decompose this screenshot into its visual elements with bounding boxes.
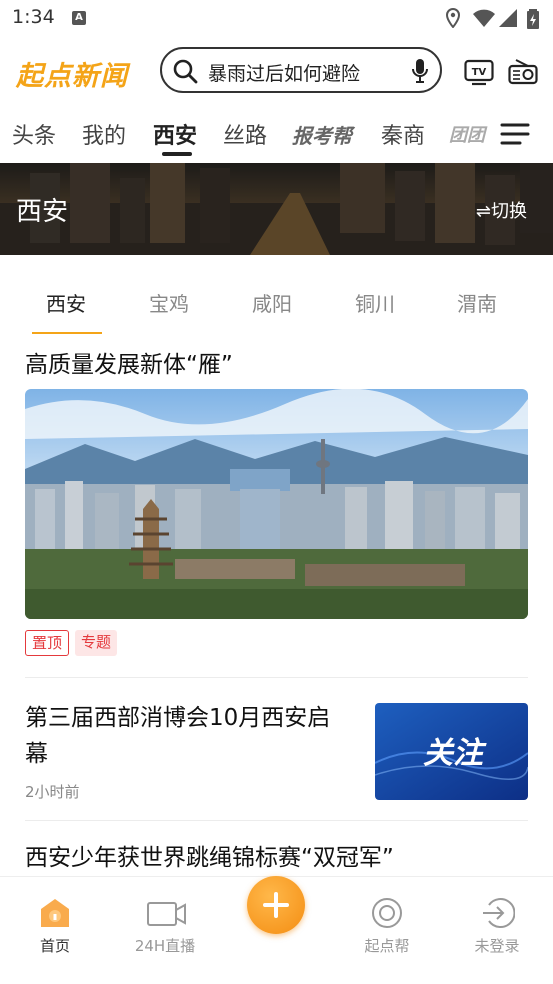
city-tabs: 西安 宝鸡 咸阳 铜川 渭南: [0, 272, 553, 334]
nav-login-label: 未登录: [474, 937, 520, 955]
status-bar: 1:34 A: [0, 0, 553, 36]
article-title[interactable]: 西安少年获世界跳绳锦标赛“双冠军”: [25, 840, 394, 876]
mic-icon[interactable]: [410, 58, 430, 84]
article-thumbnail[interactable]: 关注: [375, 703, 528, 800]
tab-toutiao[interactable]: 头条: [12, 118, 56, 150]
app-logo[interactable]: 起点新闻: [16, 54, 128, 93]
feed-divider: [25, 677, 528, 678]
nav-help-label: 起点帮: [364, 937, 410, 955]
switch-city-button[interactable]: ⇌切换: [476, 197, 527, 223]
plus-icon-vertical: [274, 892, 278, 918]
city-tab-weinan[interactable]: 渭南: [457, 288, 497, 317]
tab-xian[interactable]: 西安: [153, 118, 197, 150]
xian-skyline-image: [25, 389, 528, 619]
channel-tabs: 头条 我的 西安 丝路 报考帮 秦商 团团: [0, 108, 553, 160]
article-title-line1[interactable]: 第三届西部消博会10月西安启: [25, 700, 330, 736]
banner-city-title: 西安: [16, 197, 69, 227]
article-title-line2[interactable]: 幕: [25, 736, 48, 772]
city-banner: 西安 ⇌切换: [0, 163, 553, 255]
featured-article-title[interactable]: 高质量发展新体“雁”: [25, 347, 233, 383]
tv-icon[interactable]: TV: [464, 58, 494, 86]
topic-tag: 专题: [75, 630, 118, 656]
city-tab-xian[interactable]: 西安: [46, 288, 86, 317]
a-notification-icon: A: [72, 11, 86, 25]
home-icon: [41, 899, 69, 927]
location-icon: [445, 8, 461, 28]
tab-silu[interactable]: 丝路: [223, 118, 267, 150]
featured-article-image[interactable]: [25, 389, 528, 619]
svg-text:TV: TV: [472, 67, 487, 78]
search-bar[interactable]: 暴雨过后如何避险: [160, 47, 442, 93]
radio-icon[interactable]: [508, 58, 538, 86]
tab-tuantuan[interactable]: 团团: [449, 121, 485, 147]
status-time: 1:34: [12, 6, 55, 28]
city-tab-baoji[interactable]: 宝鸡: [149, 288, 189, 317]
tab-qinshang[interactable]: 秦商: [381, 118, 425, 150]
article-time-ago: 2小时前: [25, 783, 80, 801]
city-tab-indicator: [32, 332, 102, 334]
city-night-image: [0, 163, 553, 255]
tab-baokaobang[interactable]: 报考帮: [292, 120, 352, 149]
add-button[interactable]: [247, 876, 305, 934]
battery-charging-icon: [527, 9, 539, 29]
help-circle-icon: [372, 898, 402, 928]
app-header: 起点新闻 暴雨过后如何避险 TV: [0, 40, 553, 102]
thumbnail-text: 关注: [423, 736, 487, 771]
wifi-icon: [473, 9, 495, 27]
feed-divider: [25, 820, 528, 821]
video-icon: [147, 902, 186, 926]
city-tab-tongchuan[interactable]: 铜川: [355, 288, 395, 317]
signal-icon: [499, 9, 517, 27]
nav-home-label: 首页: [39, 937, 70, 955]
pinned-tag: 置顶: [25, 630, 70, 656]
active-tab-indicator: [162, 152, 192, 156]
login-icon: [483, 898, 515, 928]
search-placeholder: 暴雨过后如何避险: [208, 63, 361, 85]
search-icon: [173, 59, 198, 84]
city-tab-xianyang[interactable]: 咸阳: [252, 288, 292, 317]
tab-mine[interactable]: 我的: [82, 118, 126, 150]
focus-thumbnail-graphic: 关注: [375, 703, 528, 800]
nav-live-label: 24H直播: [134, 937, 196, 955]
menu-icon[interactable]: [500, 122, 530, 146]
